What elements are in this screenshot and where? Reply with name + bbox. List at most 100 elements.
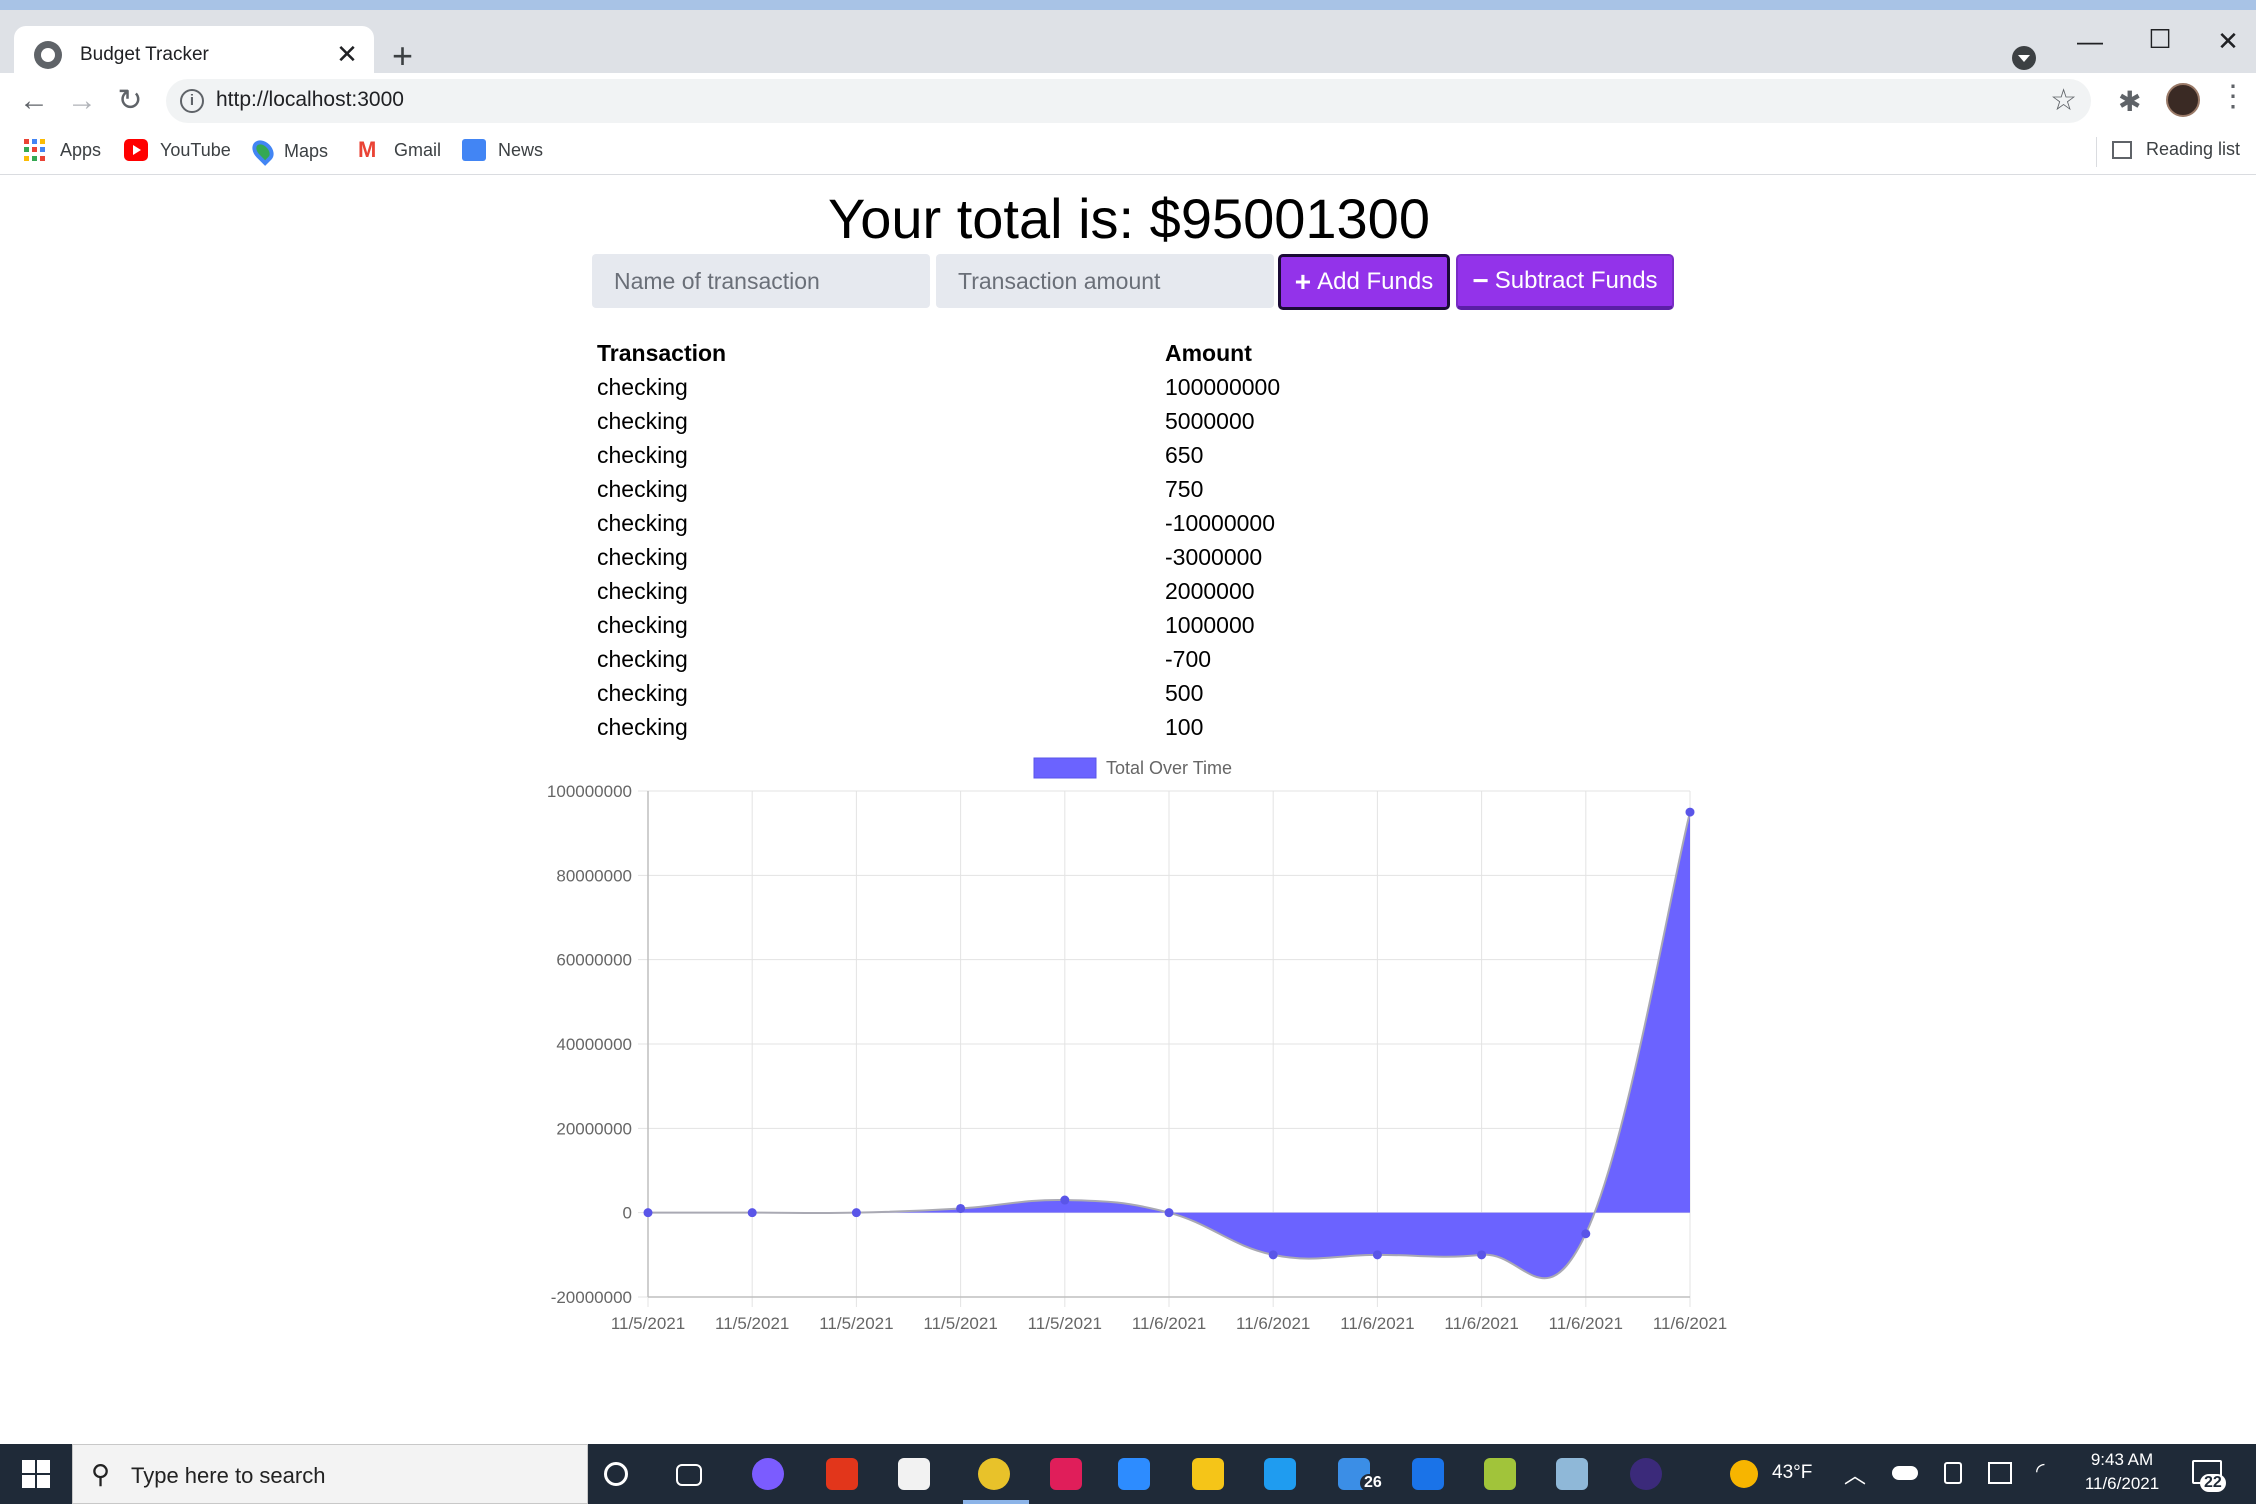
file-explorer-icon[interactable] — [1192, 1458, 1224, 1490]
forward-icon[interactable]: → — [62, 81, 102, 121]
data-point — [851, 1208, 861, 1218]
reload-icon[interactable]: ↻ — [110, 81, 150, 121]
x-tick-label: 11/6/2021 — [1653, 1314, 1727, 1333]
youtube-icon — [124, 139, 148, 161]
data-point — [643, 1208, 653, 1218]
bookmark-star-icon[interactable]: ☆ — [2050, 83, 2077, 118]
eclipse-icon[interactable] — [1630, 1458, 1662, 1490]
data-point — [1268, 1250, 1278, 1260]
data-point — [747, 1208, 757, 1218]
page-content: Your total is: $95001300 + Add Funds − S… — [2, 176, 2256, 1444]
mail-badge: 26 — [1360, 1474, 1386, 1492]
close-window-icon[interactable]: ✕ — [2208, 26, 2248, 57]
address-bar[interactable]: i http://localhost:3000 ☆ — [166, 79, 2091, 123]
office-icon[interactable] — [826, 1458, 858, 1490]
legend-label: Total Over Time — [1106, 758, 1232, 778]
vscode-icon[interactable] — [1264, 1458, 1296, 1490]
x-tick-label: 11/5/2021 — [923, 1314, 997, 1333]
bookmarks-bar: Apps YouTube Maps M Gmail News Reading l… — [0, 129, 2256, 175]
calendar-icon[interactable] — [1412, 1458, 1444, 1490]
bookmark-label: News — [498, 139, 544, 160]
bookmark-label: Maps — [284, 140, 329, 161]
apps-grid-icon — [24, 139, 48, 161]
y-tick-label: 100000000 — [547, 782, 632, 801]
url-text: http://localhost:3000 — [216, 88, 404, 111]
data-point — [1477, 1250, 1487, 1260]
task-view-icon[interactable] — [676, 1464, 702, 1486]
display-icon[interactable] — [1988, 1462, 2012, 1484]
data-point — [1372, 1250, 1382, 1260]
gmail-icon: M — [358, 137, 377, 162]
bookmarks-divider — [2096, 137, 2097, 167]
meet-now-icon[interactable] — [1944, 1462, 1962, 1484]
x-tick-label: 11/6/2021 — [1340, 1314, 1414, 1333]
maximize-icon[interactable]: ☐ — [2140, 24, 2180, 55]
bookmark-label: Apps — [60, 139, 102, 160]
x-tick-label: 11/6/2021 — [1549, 1314, 1623, 1333]
weather-temperature[interactable]: 43°F — [1772, 1462, 1812, 1484]
x-tick-label: 11/5/2021 — [1028, 1314, 1102, 1333]
close-tab-icon[interactable]: ✕ — [332, 39, 362, 70]
profile-avatar[interactable] — [2166, 83, 2200, 117]
minimize-icon[interactable]: — — [2070, 26, 2110, 57]
search-icon: ⚲ — [91, 1459, 111, 1489]
bookmark-maps[interactable]: Maps — [248, 136, 329, 166]
tab-search-icon[interactable] — [2012, 46, 2036, 70]
notification-badge: 22 — [2200, 1474, 2226, 1492]
x-tick-label: 11/6/2021 — [1236, 1314, 1310, 1333]
y-tick-label: 40000000 — [556, 1035, 632, 1054]
wifi-icon[interactable]: ◜ — [2036, 1458, 2045, 1484]
clock-time: 9:43 AM — [2090, 1450, 2154, 1469]
browser-toolbar: ← → ↻ i http://localhost:3000 ☆ ✱ ⋮ — [0, 73, 2256, 129]
slack-icon[interactable] — [1050, 1458, 1082, 1490]
x-tick-label: 11/5/2021 — [715, 1314, 789, 1333]
y-tick-label: 80000000 — [556, 866, 632, 885]
bookmark-apps[interactable]: Apps — [24, 139, 101, 161]
windows-start-icon[interactable] — [22, 1460, 50, 1488]
back-icon[interactable]: ← — [14, 81, 54, 121]
messenger-icon[interactable] — [752, 1458, 784, 1490]
notepad-icon[interactable] — [1556, 1458, 1588, 1490]
reading-list-icon — [2112, 140, 2132, 159]
bookmark-gmail[interactable]: M Gmail — [358, 139, 441, 161]
menu-icon[interactable]: ⋮ — [2218, 79, 2248, 114]
data-point — [1060, 1195, 1070, 1205]
total-over-time-chart: 100000000 80000000 60000000 40000000 2000000… — [547, 757, 1727, 1333]
windows-taskbar: ⚲ Type here to search 26 43°F ︿ ◜ 9:43 A… — [0, 1444, 2256, 1504]
active-app-indicator — [963, 1500, 1029, 1504]
y-tick-label: 0 — [623, 1204, 632, 1223]
store-icon[interactable] — [898, 1458, 930, 1490]
data-point — [1164, 1208, 1174, 1218]
x-tick-label: 11/5/2021 — [611, 1314, 685, 1333]
tab-strip: Budget Tracker ✕ + — ☐ ✕ — [0, 10, 2256, 83]
taskbar-search-box[interactable]: ⚲ Type here to search — [72, 1444, 588, 1504]
onedrive-cloud-icon[interactable] — [1892, 1466, 1918, 1480]
x-tick-label: 11/6/2021 — [1444, 1314, 1518, 1333]
y-tick-label: 20000000 — [556, 1119, 632, 1138]
git-icon[interactable] — [1484, 1458, 1516, 1490]
zoom-icon[interactable] — [1118, 1458, 1150, 1490]
globe-icon — [34, 40, 62, 69]
bookmark-label: YouTube — [160, 139, 231, 160]
y-tick-label: -20000000 — [551, 1288, 632, 1307]
extensions-icon[interactable]: ✱ — [2118, 85, 2141, 118]
bookmark-label: Gmail — [394, 139, 442, 160]
cortana-icon[interactable] — [604, 1462, 628, 1486]
window-top-border — [0, 0, 2256, 10]
reading-list-button[interactable]: Reading list — [2112, 139, 2240, 160]
bookmark-youtube[interactable]: YouTube — [124, 139, 231, 161]
data-point — [1581, 1229, 1591, 1239]
data-point — [1685, 807, 1695, 817]
maps-pin-icon — [248, 136, 278, 166]
y-tick-label: 60000000 — [556, 951, 632, 970]
chrome-icon[interactable] — [978, 1458, 1010, 1490]
legend-swatch — [1033, 757, 1097, 779]
site-info-icon[interactable]: i — [180, 89, 204, 113]
system-clock[interactable]: 9:43 AM 11/6/2021 — [2078, 1448, 2166, 1496]
new-tab-icon[interactable]: + — [392, 38, 413, 74]
screen: Budget Tracker ✕ + — ☐ ✕ ← → ↻ i http://… — [0, 0, 2256, 1504]
reading-list-label: Reading list — [2146, 139, 2241, 159]
bookmark-news[interactable]: News — [462, 139, 543, 161]
chevron-up-icon[interactable]: ︿ — [1844, 1458, 1866, 1490]
weather-sun-icon[interactable] — [1730, 1460, 1758, 1488]
